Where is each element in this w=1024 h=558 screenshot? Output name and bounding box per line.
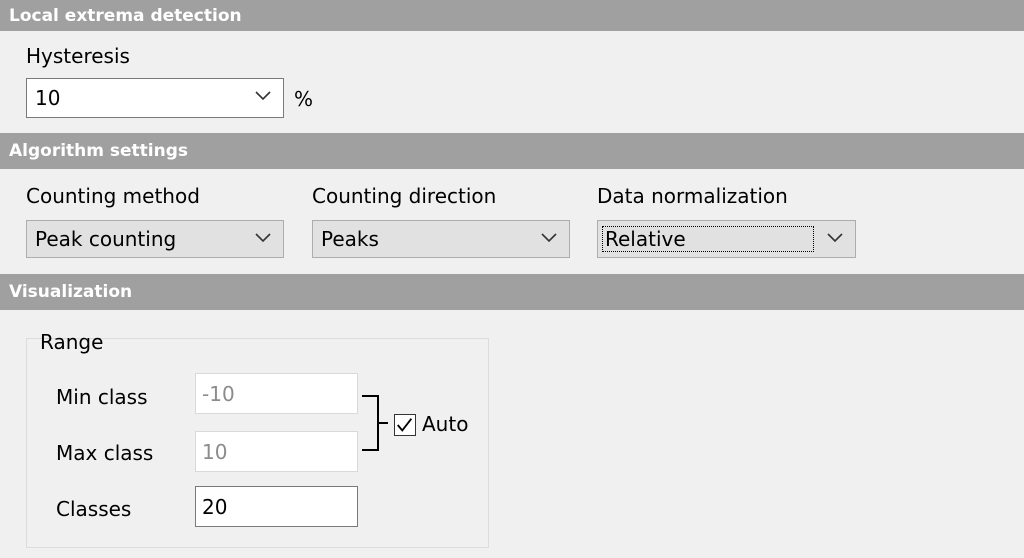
min-class-input[interactable]: -10 (195, 373, 358, 414)
data-normalization-value: Relative (602, 226, 814, 252)
max-class-label: Max class (56, 441, 154, 465)
counting-direction-label: Counting direction (312, 184, 497, 208)
hysteresis-label: Hysteresis (26, 44, 130, 68)
classes-label: Classes (56, 497, 132, 521)
auto-checkbox[interactable] (394, 414, 416, 436)
counting-direction-value: Peaks (321, 227, 379, 251)
range-group-label: Range (40, 330, 104, 354)
range-bracket-connector (378, 422, 388, 424)
section-title: Local extrema detection (9, 5, 242, 26)
counting-method-value: Peak counting (35, 227, 177, 251)
classes-input[interactable]: 20 (195, 486, 358, 527)
checkmark-icon (397, 418, 413, 432)
hysteresis-combo[interactable]: 10 (26, 78, 284, 118)
section-header-local-extrema: Local extrema detection (0, 0, 1024, 31)
section-header-visualization: Visualization (0, 274, 1024, 310)
counting-method-combo[interactable]: Peak counting (26, 220, 284, 258)
hysteresis-value: 10 (35, 86, 61, 110)
min-class-value: -10 (202, 381, 235, 406)
data-normalization-combo[interactable]: Relative (597, 220, 856, 258)
section-header-algorithm: Algorithm settings (0, 133, 1024, 169)
chevron-down-icon (255, 91, 271, 101)
min-class-label: Min class (56, 385, 148, 409)
section-title: Algorithm settings (9, 141, 189, 161)
max-class-input[interactable]: 10 (195, 431, 358, 472)
data-normalization-label: Data normalization (597, 184, 788, 208)
counting-method-label: Counting method (26, 184, 200, 208)
max-class-value: 10 (202, 439, 228, 464)
hysteresis-unit: % (294, 87, 314, 111)
chevron-down-icon (827, 233, 843, 243)
chevron-down-icon (541, 233, 557, 243)
counting-direction-combo[interactable]: Peaks (312, 220, 570, 258)
classes-value: 20 (202, 494, 228, 519)
section-title: Visualization (9, 282, 133, 302)
range-bracket (362, 395, 379, 451)
chevron-down-icon (255, 233, 271, 243)
auto-label[interactable]: Auto (422, 412, 468, 436)
